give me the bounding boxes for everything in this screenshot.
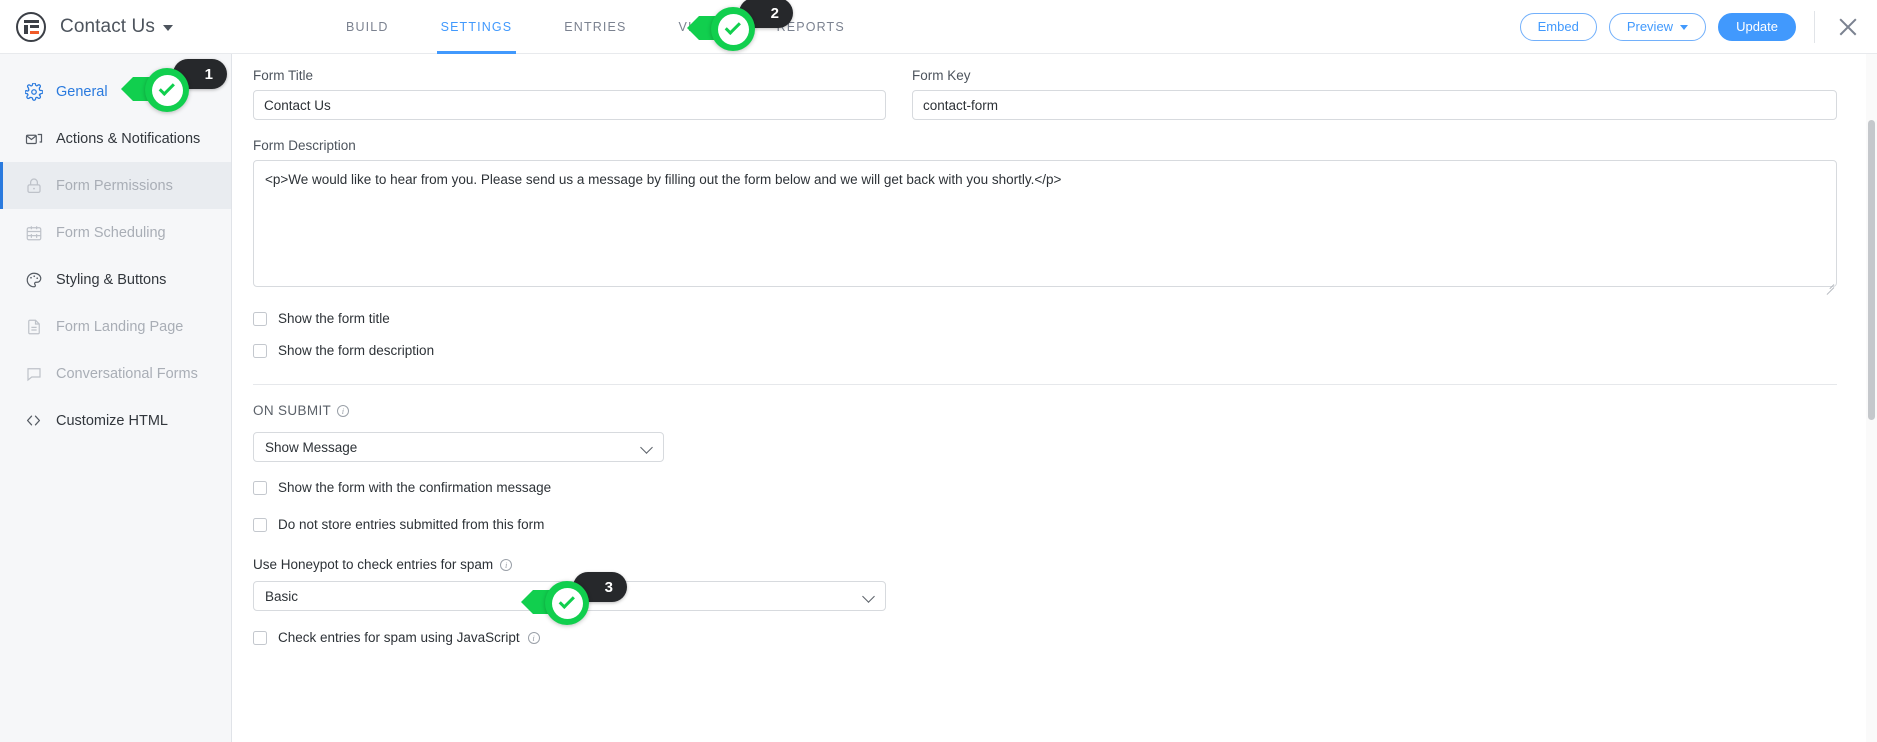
update-button[interactable]: Update — [1718, 12, 1796, 41]
checkbox-show-form-description-label: Show the form description — [278, 343, 435, 358]
sidebar-item-label: Form Scheduling — [56, 224, 166, 241]
sidebar-item-form-permissions[interactable]: Form Permissions — [0, 162, 231, 209]
vertical-scrollbar-thumb[interactable] — [1868, 120, 1875, 420]
sidebar-item-label: Form Permissions — [56, 177, 173, 194]
annotation-number: 1 — [204, 65, 213, 83]
header-actions: Embed Preview Update — [1519, 0, 1877, 54]
sidebar-item-label: General — [56, 83, 108, 100]
check-icon — [558, 592, 575, 610]
form-description-label: Form Description — [253, 138, 356, 153]
tab-build[interactable]: BUILD — [320, 0, 415, 54]
header-divider — [1814, 10, 1815, 43]
chevron-down-icon — [162, 25, 173, 31]
form-name-dropdown[interactable]: Contact Us — [60, 16, 173, 38]
checkbox-show-form-description[interactable] — [253, 343, 267, 358]
chevron-down-icon — [640, 441, 653, 454]
checkbox-row-show-title[interactable]: Show the form title — [253, 308, 1837, 329]
sidebar-item-form-scheduling[interactable]: Form Scheduling — [0, 209, 231, 256]
form-key-group: Form Key — [912, 68, 1837, 120]
formidable-logo-icon — [16, 11, 46, 42]
checkbox-row-show-description[interactable]: Show the form description — [253, 340, 1837, 361]
on-submit-select[interactable]: Show Message — [253, 432, 664, 462]
update-button-label: Update — [1736, 19, 1778, 34]
annotation-check-circle — [545, 581, 589, 625]
tab-entries[interactable]: ENTRIES — [538, 0, 652, 54]
brand-area: Contact Us — [0, 11, 278, 42]
settings-sidebar: General Actions & Notifications Form Per… — [0, 54, 232, 742]
chat-bubble-icon — [24, 364, 43, 383]
close-icon[interactable] — [1835, 14, 1861, 40]
embed-button[interactable]: Embed — [1519, 12, 1597, 41]
sidebar-item-actions-notifications[interactable]: Actions & Notifications — [0, 115, 231, 162]
title-key-row: Form Title Form Key — [253, 54, 1837, 120]
app-header: Contact Us BUILD SETTINGS ENTRIES VIEWS … — [0, 0, 1877, 54]
sidebar-item-conversational-forms[interactable]: Conversational Forms — [0, 350, 231, 397]
sidebar-item-form-landing-page[interactable]: Form Landing Page — [0, 303, 231, 350]
chevron-down-icon — [1680, 25, 1689, 30]
annotation-number: 2 — [770, 4, 779, 22]
sidebar-item-label: Styling & Buttons — [56, 271, 167, 288]
check-icon — [158, 79, 175, 97]
vertical-scrollbar-track[interactable] — [1866, 54, 1877, 742]
document-icon — [24, 317, 43, 336]
honeypot-label: Use Honeypot to check entries for spam i — [253, 557, 1837, 572]
honeypot-selected-value: Basic — [265, 588, 299, 604]
checkbox-row-do-not-store[interactable]: Do not store entries submitted from this… — [253, 514, 1837, 535]
sidebar-item-label: Actions & Notifications — [56, 130, 201, 147]
info-icon[interactable]: i — [527, 631, 540, 644]
checkbox-show-with-confirmation-label: Show the form with the confirmation mess… — [278, 480, 552, 495]
checkbox-do-not-store[interactable] — [253, 517, 267, 532]
checkbox-show-form-title-label: Show the form title — [278, 311, 390, 326]
checkbox-show-form-title[interactable] — [253, 311, 267, 326]
tab-build-label: BUILD — [346, 19, 389, 34]
form-key-input[interactable] — [912, 90, 1837, 120]
tab-settings[interactable]: SETTINGS — [415, 0, 539, 54]
section-divider — [253, 384, 1837, 385]
annotation-check-circle — [711, 7, 755, 51]
checkbox-show-with-confirmation[interactable] — [253, 480, 267, 495]
form-title-input[interactable] — [253, 90, 886, 120]
gear-icon — [24, 82, 43, 101]
form-name-label: Contact Us — [60, 15, 155, 37]
sidebar-item-label: Form Landing Page — [56, 318, 184, 335]
checkbox-row-javascript-spam[interactable]: Check entries for spam using JavaScript … — [253, 627, 1837, 648]
form-description-group: Form Description <p>We would like to hea… — [253, 120, 1837, 295]
checkbox-row-show-with-confirmation[interactable]: Show the form with the confirmation mess… — [253, 477, 1837, 498]
info-icon[interactable]: i — [337, 404, 350, 417]
checkbox-javascript-spam[interactable] — [253, 630, 267, 645]
annotation-check-circle — [145, 68, 189, 112]
sidebar-item-customize-html[interactable]: Customize HTML — [0, 397, 231, 444]
palette-icon — [24, 270, 43, 289]
embed-button-label: Embed — [1537, 19, 1579, 34]
preview-button[interactable]: Preview — [1608, 12, 1707, 41]
chevron-down-icon — [862, 590, 875, 603]
form-description-textarea[interactable]: <p>We would like to hear from you. Pleas… — [253, 160, 1837, 287]
checkbox-do-not-store-label: Do not store entries submitted from this… — [278, 517, 545, 532]
on-submit-selected-value: Show Message — [265, 439, 358, 455]
check-icon — [724, 18, 741, 36]
tab-settings-label: SETTINGS — [440, 19, 513, 34]
lock-icon — [24, 176, 43, 195]
honeypot-label-text: Use Honeypot to check entries for spam — [253, 557, 494, 572]
sidebar-item-label: Conversational Forms — [56, 365, 198, 382]
sidebar-item-label: Customize HTML — [56, 412, 168, 429]
on-submit-heading-label: ON SUBMIT — [253, 403, 332, 418]
checkbox-javascript-spam-label: Check entries for spam using JavaScript — [278, 630, 520, 645]
calendar-icon — [24, 223, 43, 242]
form-key-label: Form Key — [912, 68, 971, 83]
annotation-number: 3 — [604, 578, 613, 596]
form-title-group: Form Title — [253, 68, 886, 120]
form-title-label: Form Title — [253, 68, 314, 83]
on-submit-heading: ON SUBMIT i — [253, 403, 1837, 418]
tab-entries-label: ENTRIES — [564, 19, 627, 34]
code-brackets-icon — [24, 411, 43, 430]
info-icon[interactable]: i — [500, 558, 513, 571]
notifications-icon — [24, 129, 43, 148]
settings-main-panel: Form Title Form Key Form Description <p>… — [233, 54, 1877, 742]
preview-button-label: Preview — [1626, 19, 1674, 34]
sidebar-item-styling-buttons[interactable]: Styling & Buttons — [0, 256, 231, 303]
